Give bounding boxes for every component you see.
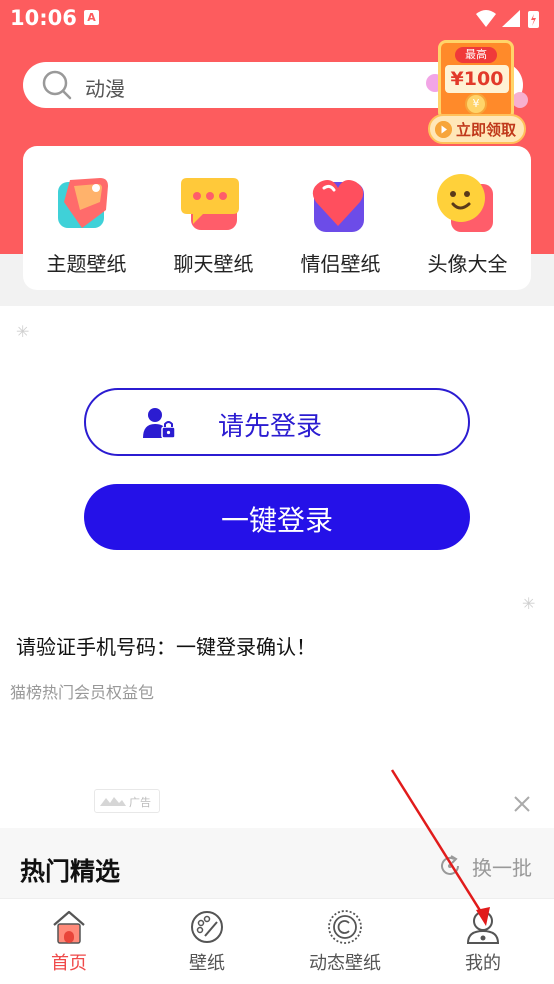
coin-icon: ¥ (465, 93, 487, 115)
promo-amount: ¥100 (445, 65, 509, 93)
hot-picks-header: 热门精选 换一批 (0, 828, 554, 898)
nav-label: 动态壁纸 (309, 953, 381, 974)
play-icon (435, 121, 452, 138)
user-lock-icon (143, 408, 176, 439)
claim-button[interactable]: 立即领取 (428, 114, 526, 144)
refresh-icon (441, 855, 459, 875)
refresh-label: 换一批 (472, 856, 532, 880)
search-icon (42, 70, 72, 100)
close-icon[interactable] (512, 794, 532, 814)
nav-label: 我的 (465, 953, 501, 974)
status-time: 10:06 (10, 6, 77, 30)
one-key-login-label: 一键登录 (220, 504, 333, 537)
decor-dot (512, 92, 528, 108)
ad-badge: 广告 (94, 789, 160, 813)
live-wallpaper-icon (328, 910, 362, 944)
category-label: 情侣壁纸 (300, 252, 381, 276)
tag-icon (58, 178, 108, 228)
bottom-nav: 首页 壁纸 动态壁纸 我的 (0, 898, 554, 984)
promo-coupon[interactable]: 最高 ¥100 ¥ 立即领取 (426, 40, 538, 146)
ad-title[interactable]: 猫榜热门会员权益包 (10, 679, 154, 703)
nav-label: 首页 (51, 953, 87, 974)
category-couple[interactable]: 情侣壁纸 (277, 172, 404, 282)
nav-wallpaper[interactable]: 壁纸 (138, 899, 276, 984)
verify-message: 请验证手机号码：一键登录确认！ (16, 635, 316, 659)
nav-live-wallpaper[interactable]: 动态壁纸 (276, 899, 414, 984)
hot-picks-title: 热门精选 (20, 857, 121, 886)
category-label: 主题壁纸 (46, 252, 127, 276)
category-avatar[interactable]: 头像大全 (404, 172, 531, 282)
refresh-button[interactable]: 换一批 (438, 852, 548, 882)
category-label: 聊天壁纸 (173, 252, 254, 276)
home-icon (53, 910, 85, 944)
status-bar: 10:06 A (0, 0, 554, 40)
sparkle-decor: ✳ (16, 322, 30, 341)
claim-label: 立即领取 (456, 121, 517, 139)
category-card: 主题壁纸 聊天壁纸 情侣壁纸 头像大全 (23, 146, 531, 290)
category-label: 头像大全 (427, 252, 508, 276)
wifi-icon (476, 10, 496, 27)
system-status-icons (476, 10, 539, 28)
notification-icon: A (84, 10, 99, 25)
login-prompt-button[interactable]: 请先登录 (84, 388, 470, 456)
heart-icon (312, 180, 364, 232)
nav-label: 壁纸 (189, 953, 225, 974)
promo-top-label: 最高 (455, 47, 497, 63)
palette-icon (191, 911, 223, 943)
profile-icon (466, 911, 500, 944)
login-prompt-label: 请先登录 (218, 412, 323, 442)
category-chat[interactable]: 聊天壁纸 (150, 172, 277, 282)
search-hint: 动漫 (85, 77, 125, 101)
one-key-login-button[interactable]: 一键登录 (84, 484, 470, 550)
nav-profile[interactable]: 我的 (414, 899, 552, 984)
ad-logo-icon (100, 797, 126, 806)
nav-home[interactable]: 首页 (0, 899, 138, 984)
chat-bubble-icon (181, 178, 239, 230)
smiley-icon (437, 174, 493, 232)
ad-badge-label: 广告 (129, 796, 151, 809)
sparkle-decor: ✳ (522, 594, 536, 613)
signal-icon (502, 10, 520, 27)
category-theme[interactable]: 主题壁纸 (23, 172, 150, 282)
promo-badge: 最高 ¥100 ¥ (438, 40, 514, 120)
